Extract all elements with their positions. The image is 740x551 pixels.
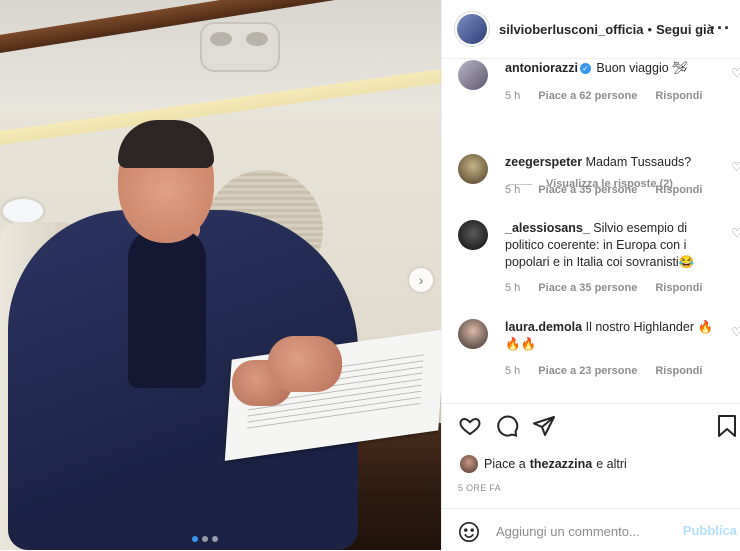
man-hair xyxy=(118,120,214,168)
heart-icon[interactable] xyxy=(458,414,482,443)
comment-icon[interactable] xyxy=(495,414,519,443)
comment-meta: 5 h Piace a 35 persone Rispondi xyxy=(505,282,702,294)
commenter-avatar[interactable] xyxy=(458,220,488,250)
comment-text-block: laura.demola Il nostro Highlander 🔥🔥🔥 xyxy=(505,319,720,353)
reply-button[interactable]: Rispondi xyxy=(655,365,702,377)
bookmark-icon[interactable] xyxy=(716,414,738,443)
carousel-dot xyxy=(202,536,208,542)
carousel-indicator xyxy=(192,536,218,542)
author-username[interactable]: silvioberlusconi_officia xyxy=(499,22,644,37)
commenter-username[interactable]: antoniorazzi xyxy=(505,61,578,75)
comment-like-icon[interactable]: ♡ xyxy=(731,160,740,174)
comment-text-block: zeegerspeter Madam Tussauds? xyxy=(505,154,720,171)
comment-likes[interactable]: Piace a 23 persone xyxy=(538,365,637,377)
comment-time: 5 h xyxy=(505,365,521,377)
comment-meta: 5 h Piace a 62 persone Rispondi xyxy=(505,90,702,102)
add-comment-bar: Pubblica xyxy=(442,508,740,551)
post-timestamp[interactable]: 5 ORE FA xyxy=(458,483,501,493)
man-turtleneck xyxy=(128,228,206,388)
next-image-button[interactable]: › xyxy=(409,268,433,292)
author-avatar[interactable] xyxy=(457,14,487,44)
liker-username[interactable]: thezazzina xyxy=(530,457,593,471)
reply-button[interactable]: Rispondi xyxy=(655,90,702,102)
chevron-right-icon: › xyxy=(418,272,424,288)
comment-time: 5 h xyxy=(505,90,521,102)
comment-like-icon[interactable]: ♡ xyxy=(731,226,740,240)
post-photo[interactable]: › xyxy=(0,0,441,550)
post-header: silvioberlusconi_officia • Segui già ··· xyxy=(442,0,740,59)
comment-text-block: antoniorazzi ✓ Buon viaggio 🛩 xyxy=(505,60,720,77)
commenter-username[interactable]: zeegerspeter xyxy=(505,155,582,169)
liked-by-prefix: Piace a xyxy=(484,457,526,471)
comment-text-block: _alessiosans_ Silvio esempio di politico… xyxy=(505,220,720,271)
liked-by-suffix[interactable]: e altri xyxy=(596,457,627,471)
comments-list[interactable]: antoniorazzi ✓ Buon viaggio 🛩 5 h Piace a… xyxy=(442,58,740,403)
carousel-dot xyxy=(212,536,218,542)
send-icon[interactable] xyxy=(532,414,556,443)
air-vent xyxy=(200,22,280,72)
smiley-icon[interactable] xyxy=(458,521,479,542)
comment-time: 5 h xyxy=(505,184,521,196)
verified-badge-icon: ✓ xyxy=(579,63,591,75)
liked-by: Piace a thezazzina e altri xyxy=(460,455,627,473)
commenter-avatar[interactable] xyxy=(458,60,488,90)
commenter-username[interactable]: laura.demola xyxy=(505,320,582,334)
reply-button[interactable]: Rispondi xyxy=(655,184,702,196)
commenter-username[interactable]: _alessiosans_ xyxy=(505,221,590,235)
publish-button[interactable]: Pubblica xyxy=(683,523,737,538)
more-options-icon[interactable]: ··· xyxy=(710,18,731,39)
comment-likes[interactable]: Piace a 62 persone xyxy=(538,90,637,102)
comment-meta: 5 h Piace a 35 persone Rispondi xyxy=(505,184,702,196)
comment-meta: 5 h Piace a 23 persone Rispondi xyxy=(505,365,702,377)
comment-time: 5 h xyxy=(505,282,521,294)
commenter-avatar[interactable] xyxy=(458,319,488,349)
separator-dot: • xyxy=(647,21,653,37)
commenter-avatar[interactable] xyxy=(458,154,488,184)
comment-text: Buon viaggio 🛩 xyxy=(596,61,689,75)
liker-avatar[interactable] xyxy=(460,455,478,473)
comment-text: Madam Tussauds? xyxy=(585,155,692,169)
comment-like-icon[interactable]: ♡ xyxy=(731,66,740,80)
comment-likes[interactable]: Piace a 35 persone xyxy=(538,184,637,196)
reply-button[interactable]: Rispondi xyxy=(655,282,702,294)
following-button[interactable]: Segui già xyxy=(656,22,714,37)
post-sidebar: silvioberlusconi_officia • Segui già ···… xyxy=(441,0,740,550)
comment-input[interactable] xyxy=(494,519,678,543)
comment-like-icon[interactable]: ♡ xyxy=(731,325,740,339)
comment-likes[interactable]: Piace a 35 persone xyxy=(538,282,637,294)
action-bar xyxy=(442,403,740,450)
man-hand-right xyxy=(268,336,342,392)
carousel-dot xyxy=(192,536,198,542)
